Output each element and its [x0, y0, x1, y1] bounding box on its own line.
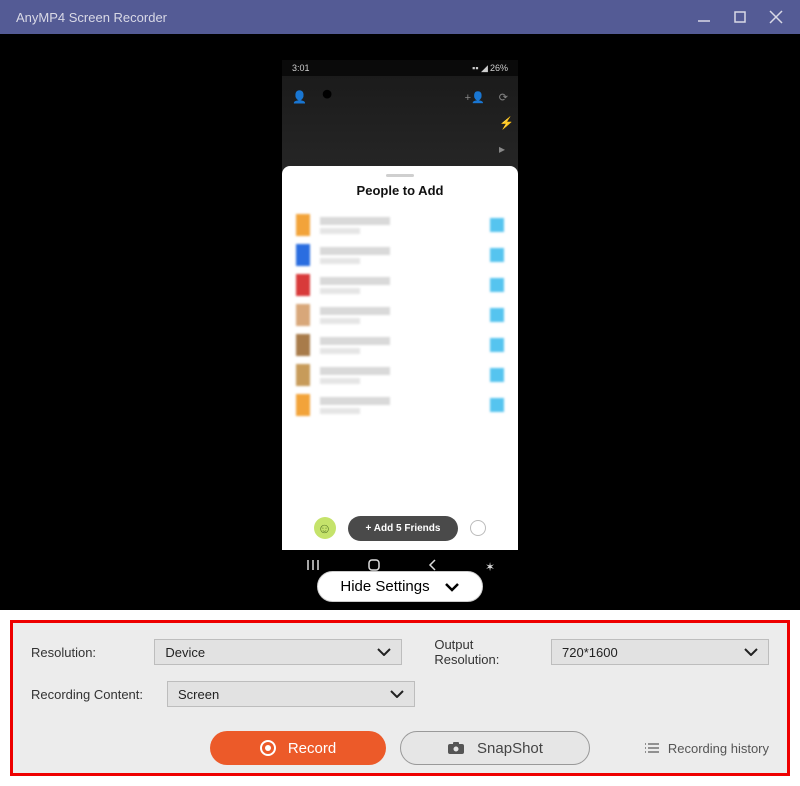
contact-name [320, 334, 480, 356]
phone-statusbar: 3:01 ▪▪ ◢ 26% [282, 60, 518, 76]
titlebar: AnyMP4 Screen Recorder [0, 0, 800, 34]
add-contact-button[interactable] [490, 308, 504, 322]
add-contact-button[interactable] [490, 248, 504, 262]
resolution-value: Device [165, 645, 205, 660]
contact-name [320, 214, 480, 236]
sheet-handle[interactable] [386, 174, 414, 177]
app-topbar: 👤 +👤 ⟳ [282, 82, 518, 112]
contact-avatar [296, 274, 310, 296]
add-contact-button[interactable] [490, 368, 504, 382]
add-contact-button[interactable] [490, 278, 504, 292]
video-icon[interactable]: ▸ [499, 142, 514, 156]
close-button[interactable] [768, 9, 784, 25]
output-resolution-label: Output Resolution: [434, 637, 531, 667]
add-contact-button[interactable] [490, 218, 504, 232]
contact-name [320, 364, 480, 386]
contact-row[interactable] [282, 270, 518, 300]
record-label: Record [288, 740, 336, 757]
contact-row[interactable] [282, 330, 518, 360]
recording-content-label: Recording Content: [31, 687, 155, 702]
selection-circle[interactable] [470, 520, 486, 536]
recording-history-label: Recording history [668, 741, 769, 756]
contact-row[interactable] [282, 360, 518, 390]
chevron-down-icon [390, 690, 404, 698]
contact-avatar [296, 394, 310, 416]
contact-avatar [296, 334, 310, 356]
output-resolution-select[interactable]: 720*1600 [551, 639, 769, 665]
bottom-sheet: People to Add ☺ + Add 5 Friends [282, 166, 518, 550]
contact-avatar [296, 214, 310, 236]
window-title: AnyMP4 Screen Recorder [16, 10, 696, 25]
camera-side-controls: ⚡ ▸ [499, 116, 514, 156]
sheet-title: People to Add [282, 183, 518, 198]
search-icon[interactable] [321, 88, 335, 107]
phone-status-icons: ▪▪ ◢ 26% [472, 63, 508, 74]
add-contact-button[interactable] [490, 398, 504, 412]
contacts-list[interactable] [282, 210, 518, 506]
add-contact-button[interactable] [490, 338, 504, 352]
phone-mirror[interactable]: 3:01 ▪▪ ◢ 26% 👤 +👤 ⟳ ⚡ ▸ People to Ad [282, 60, 518, 584]
contact-row[interactable] [282, 210, 518, 240]
phone-preview-area: 3:01 ▪▪ ◢ 26% 👤 +👤 ⟳ ⚡ ▸ People to Ad [0, 34, 800, 610]
resolution-label: Resolution: [31, 645, 142, 660]
record-icon [260, 740, 276, 756]
chevron-down-icon [377, 648, 391, 656]
chevron-down-icon [444, 582, 460, 592]
contact-name [320, 274, 480, 296]
hide-settings-toggle[interactable]: Hide Settings [317, 571, 482, 602]
record-button[interactable]: Record [210, 731, 386, 765]
snapshot-button[interactable]: SnapShot [400, 731, 590, 765]
app-camera-background: 👤 +👤 ⟳ ⚡ ▸ [282, 76, 518, 172]
recording-content-value: Screen [178, 687, 219, 702]
contact-name [320, 304, 480, 326]
contact-name [320, 394, 480, 416]
chevron-down-icon [744, 648, 758, 656]
contact-avatar [296, 244, 310, 266]
window-controls [696, 9, 784, 25]
recording-content-select[interactable]: Screen [167, 681, 415, 707]
settings-panel: Resolution: Device Output Resolution: 72… [10, 620, 790, 776]
minimize-button[interactable] [696, 9, 712, 25]
recording-history-link[interactable]: Recording history [644, 741, 769, 756]
list-icon [644, 742, 660, 754]
contact-row[interactable] [282, 240, 518, 270]
contact-avatar [296, 304, 310, 326]
profile-icon[interactable]: 👤 [292, 90, 307, 104]
my-avatar-icon[interactable]: ☺ [314, 517, 336, 539]
add-friend-icon[interactable]: +👤 [465, 91, 485, 104]
resolution-select[interactable]: Device [154, 639, 402, 665]
contact-avatar [296, 364, 310, 386]
add-friends-button[interactable]: + Add 5 Friends [348, 516, 459, 541]
contact-row[interactable] [282, 300, 518, 330]
contact-name [320, 244, 480, 266]
output-resolution-value: 720*1600 [562, 645, 618, 660]
contact-row[interactable] [282, 390, 518, 420]
flip-camera-icon[interactable]: ⟳ [499, 91, 508, 104]
flash-icon[interactable]: ⚡ [499, 116, 514, 130]
camera-icon [447, 741, 465, 755]
phone-time: 3:01 [292, 63, 310, 73]
sheet-bottom-bar: ☺ + Add 5 Friends [282, 506, 518, 550]
hide-settings-label: Hide Settings [340, 578, 429, 595]
snapshot-label: SnapShot [477, 740, 543, 757]
maximize-button[interactable] [732, 9, 748, 25]
